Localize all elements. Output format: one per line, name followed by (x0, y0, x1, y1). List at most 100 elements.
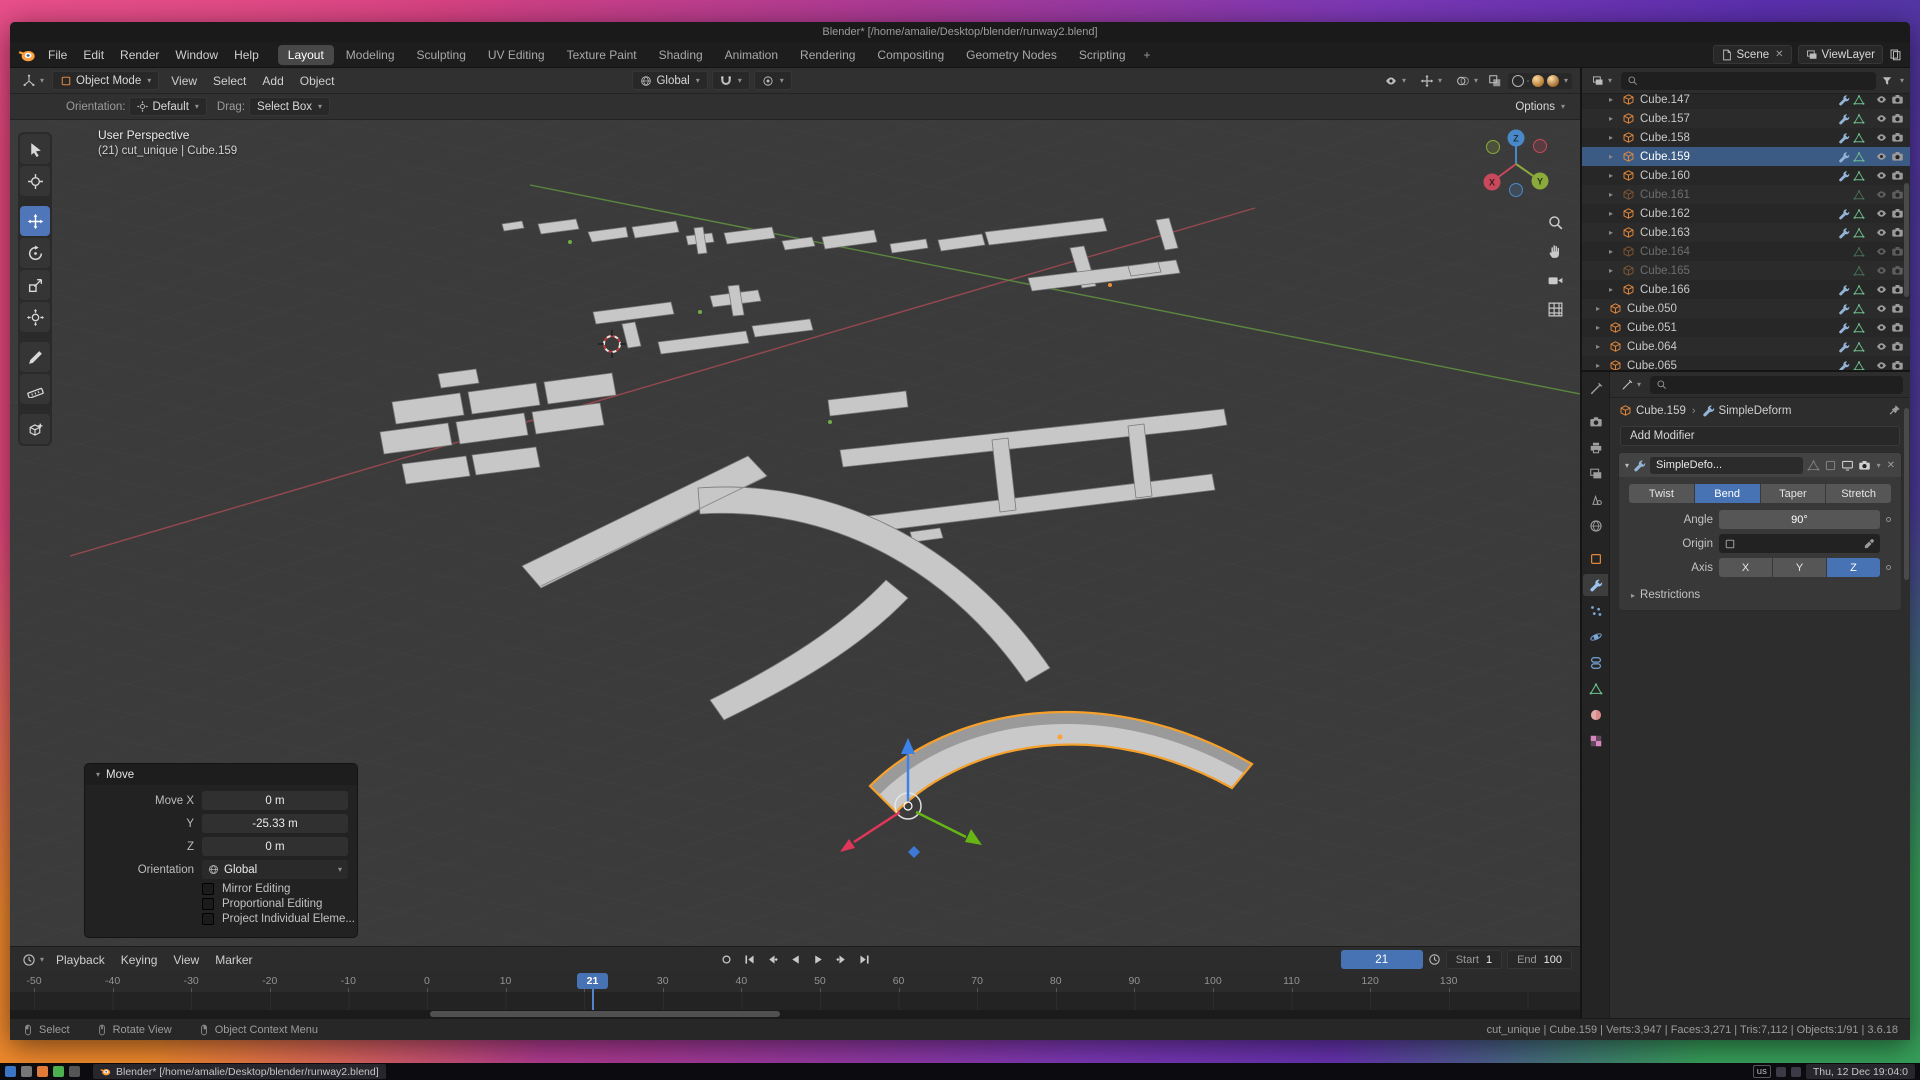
measure-tool[interactable] (20, 374, 50, 404)
timeline-scrollbar[interactable] (10, 1010, 1580, 1018)
axis-button[interactable]: Y (1773, 558, 1826, 577)
menubar-menu[interactable]: Window (167, 42, 226, 67)
disable-in-renders-camera-icon[interactable] (1891, 359, 1904, 370)
outliner-row[interactable]: ▸ Cube.166 (1582, 280, 1910, 299)
outliner-row[interactable]: ▸ Cube.051 (1582, 318, 1910, 337)
rendered-shading-button[interactable] (1547, 75, 1559, 87)
play-button[interactable] (807, 951, 829, 969)
viewport-menu[interactable]: Object (292, 74, 343, 88)
disable-in-renders-camera-icon[interactable] (1891, 226, 1904, 239)
pan-hand-icon[interactable] (1547, 243, 1564, 260)
toggle-ortho-grid-icon[interactable] (1547, 301, 1564, 318)
wireframe-shading-button[interactable] (1512, 75, 1524, 87)
menubar-menu[interactable]: Render (112, 42, 167, 67)
disclosure-icon[interactable]: ▸ (1609, 95, 1619, 104)
outliner-row[interactable]: ▸ Cube.165 (1582, 261, 1910, 280)
tab-material[interactable] (1583, 704, 1608, 726)
mode-selector[interactable]: Object Mode ▾ (52, 71, 159, 90)
taskbar-app-icon[interactable] (21, 1066, 32, 1077)
breadcrumb-object[interactable]: Cube.159 (1636, 405, 1686, 417)
outliner-scrollbar-thumb[interactable] (1904, 183, 1909, 297)
realtime-toggle-icon[interactable] (1841, 459, 1854, 472)
cursor-tool[interactable] (20, 166, 50, 196)
scene-selector[interactable]: Scene ✕ (1713, 45, 1792, 64)
tab-render[interactable] (1583, 411, 1608, 433)
select-box-tool[interactable] (20, 134, 50, 164)
editor-type-selector[interactable]: ▾ (18, 74, 48, 88)
move-z-field[interactable]: 0 m (202, 837, 348, 856)
tab-texture[interactable] (1583, 730, 1608, 752)
disclosure-icon[interactable]: ▸ (1596, 323, 1606, 332)
workspace-tab[interactable]: Compositing (867, 45, 954, 65)
hide-in-viewport-eye-icon[interactable] (1875, 188, 1888, 201)
workspace-tab[interactable]: Layout (278, 45, 334, 65)
workspace-tab[interactable]: Geometry Nodes (956, 45, 1067, 65)
previous-keyframe-button[interactable] (761, 951, 783, 969)
animate-dot[interactable] (1886, 517, 1891, 522)
workspace-tab[interactable]: Shading (649, 45, 713, 65)
disable-in-renders-camera-icon[interactable] (1891, 112, 1904, 125)
workspace-tab[interactable]: Sculpting (407, 45, 476, 65)
viewport-menu[interactable]: Select (205, 74, 254, 88)
axis-button[interactable]: Z (1827, 558, 1880, 577)
navigation-gizmo[interactable]: Z X Y (1476, 124, 1556, 204)
copy-viewlayer-icon[interactable] (1889, 48, 1902, 61)
properties-scrollbar-thumb[interactable] (1904, 408, 1909, 580)
add-cube-tool[interactable] (20, 414, 50, 444)
origin-object-field[interactable] (1719, 534, 1880, 553)
tab-object-data[interactable] (1583, 678, 1608, 700)
disable-in-renders-camera-icon[interactable] (1891, 321, 1904, 334)
gizmo-minus-x-axis[interactable] (1534, 140, 1547, 153)
outliner-row[interactable]: ▸ Cube.050 (1582, 299, 1910, 318)
hide-in-viewport-eye-icon[interactable] (1875, 226, 1888, 239)
outliner-search-input[interactable] (1642, 75, 1870, 87)
restrictions-section[interactable]: ▸ Restrictions (1619, 582, 1901, 608)
preview-range-clock-icon[interactable] (1428, 953, 1441, 966)
hide-in-viewport-eye-icon[interactable] (1875, 359, 1888, 370)
taskbar-app-icon[interactable] (53, 1066, 64, 1077)
disclosure-icon[interactable]: ▸ (1609, 190, 1619, 199)
taskbar-app-icon[interactable] (5, 1066, 16, 1077)
drag-dropdown[interactable]: Select Box ▾ (249, 97, 330, 116)
disclosure-icon[interactable]: ▸ (1609, 152, 1619, 161)
hide-in-viewport-eye-icon[interactable] (1875, 169, 1888, 182)
disable-in-renders-camera-icon[interactable] (1891, 264, 1904, 277)
rotate-tool[interactable] (20, 238, 50, 268)
modifier-name-field[interactable]: SimpleDefo... (1650, 457, 1803, 474)
disclosure-icon[interactable]: ▸ (1609, 171, 1619, 180)
deform-mode-button[interactable]: Twist (1629, 484, 1694, 503)
tray-icon[interactable] (1776, 1067, 1786, 1077)
gizmos-dropdown[interactable]: ▾ (1416, 74, 1446, 88)
workspace-tab[interactable]: Texture Paint (557, 45, 647, 65)
viewport-menu[interactable]: Add (254, 74, 291, 88)
tab-scene[interactable] (1583, 489, 1608, 511)
gizmo-minus-z-axis[interactable] (1510, 184, 1523, 197)
timeline-area[interactable] (10, 992, 1580, 1010)
zoom-icon[interactable] (1547, 214, 1564, 231)
proportional-editing-checkbox[interactable] (202, 898, 214, 910)
remove-modifier-button[interactable]: ✕ (1887, 460, 1895, 471)
on-cage-toggle-icon[interactable] (1807, 459, 1820, 472)
hide-in-viewport-eye-icon[interactable] (1875, 112, 1888, 125)
outliner-row[interactable]: ▸ Cube.161 (1582, 185, 1910, 204)
solid-shading-button[interactable] (1527, 80, 1529, 82)
outliner-editor-selector[interactable]: ▾ (1588, 75, 1616, 87)
taskbar-clock[interactable]: Thu, 12 Dec 19:04:0 (1806, 1064, 1915, 1079)
tab-output[interactable] (1583, 437, 1608, 459)
properties-editor-selector[interactable]: ▾ (1617, 379, 1645, 391)
outliner-row[interactable]: ▸ Cube.065 (1582, 356, 1910, 370)
hide-in-viewport-eye-icon[interactable] (1875, 245, 1888, 258)
timeline-menu[interactable]: View (165, 947, 207, 972)
frame-start-field[interactable]: Start 1 (1446, 950, 1502, 969)
frame-end-field[interactable]: End 100 (1507, 950, 1572, 969)
collapse-icon[interactable]: ▾ (1625, 461, 1629, 470)
timeline-menu[interactable]: Marker (207, 947, 260, 972)
snap-toggle[interactable]: ▾ (712, 71, 750, 90)
tab-constraints[interactable] (1583, 652, 1608, 674)
visibility-dropdown[interactable]: ▾ (1380, 74, 1410, 88)
outliner-row[interactable]: ▸ Cube.162 (1582, 204, 1910, 223)
jump-to-start-button[interactable] (738, 951, 760, 969)
menubar-menu[interactable]: File (40, 42, 75, 67)
modifier-header[interactable]: ▾ SimpleDefo... ▾ ✕ (1619, 453, 1901, 477)
render-toggle-icon[interactable] (1858, 459, 1871, 472)
